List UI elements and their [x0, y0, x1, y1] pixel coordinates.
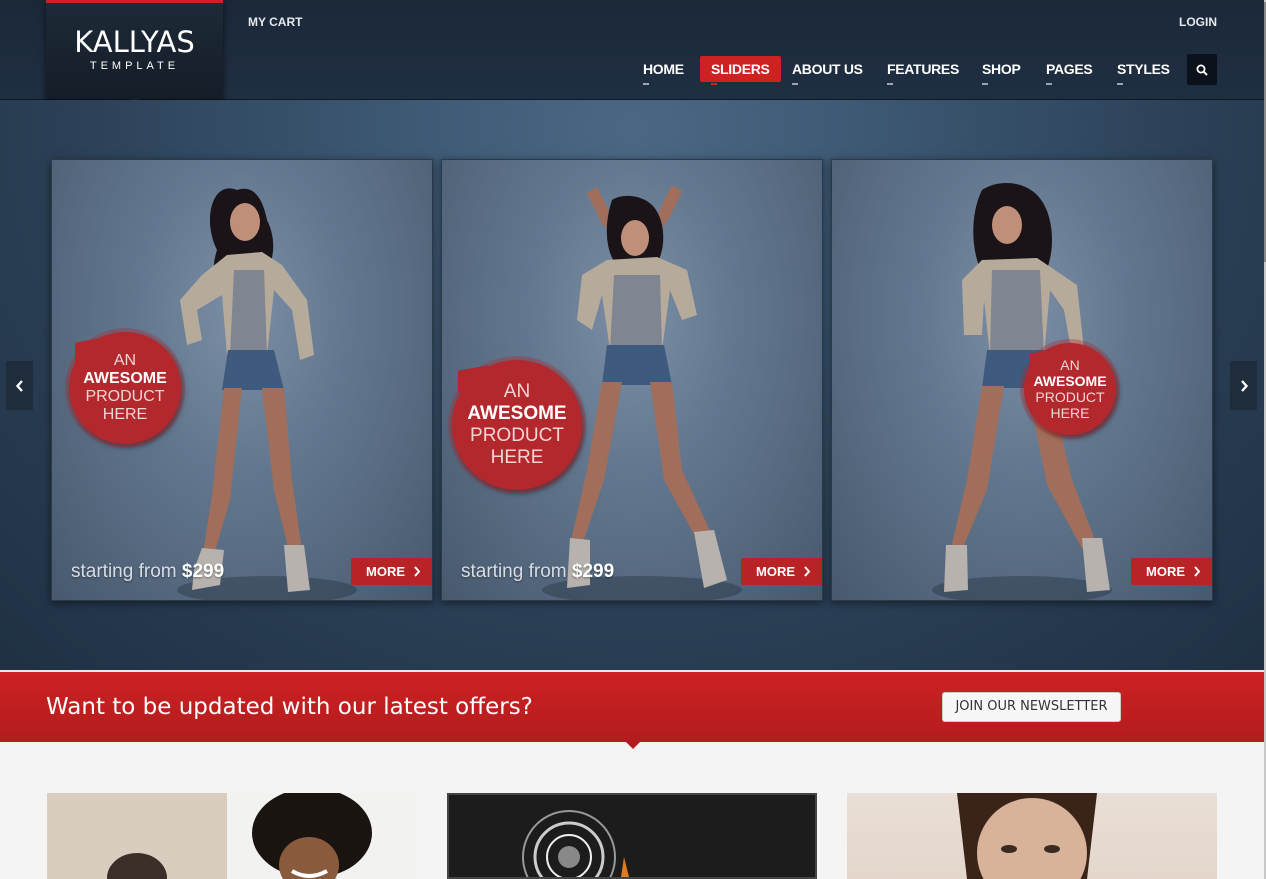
chevron-right-icon: [1240, 379, 1248, 392]
more-label: MORE: [1146, 564, 1185, 579]
badge-line-4: HERE: [102, 406, 148, 423]
badge-line-2: AWESOME: [467, 403, 567, 424]
price-prefix: starting from: [71, 561, 177, 582]
nav-sliders-label: SLIDERS: [711, 61, 770, 77]
price-prefix: starting from: [461, 561, 567, 582]
nav-shop-label: SHOP: [982, 61, 1021, 77]
badge-line-2: AWESOME: [83, 370, 167, 387]
more-button[interactable]: MORE: [351, 558, 432, 585]
join-newsletter-button[interactable]: JOIN OUR NEWSLETTER: [942, 692, 1121, 722]
nav-features-label: FEATURES: [887, 61, 960, 77]
nav-features[interactable]: FEATURES: [876, 56, 970, 85]
logo-title: KALLYAS: [74, 25, 195, 59]
nav-home[interactable]: HOME: [632, 56, 695, 85]
more-label: MORE: [366, 564, 405, 579]
more-label: MORE: [756, 564, 795, 579]
feature-thumbnail[interactable]: [47, 793, 417, 879]
chevron-right-icon: [804, 566, 810, 577]
nav-underline: [711, 83, 717, 85]
login-link[interactable]: LOGIN: [1179, 15, 1217, 29]
logo[interactable]: KALLYAS TEMPLATE: [46, 0, 223, 99]
product-card[interactable]: AN AWESOME PRODUCT HERE starting from $2…: [441, 159, 823, 601]
price-label: starting from $299: [71, 561, 224, 583]
nav-underline: [792, 83, 798, 85]
promo-badge: AN AWESOME PRODUCT HERE: [452, 360, 582, 490]
nav-about-us-label: ABOUT US: [792, 61, 863, 77]
newsletter-text: Want to be updated with our latest offer…: [46, 694, 533, 720]
chevron-right-icon: [1194, 566, 1200, 577]
badge-line-1: AN: [113, 352, 137, 369]
slider-prev-button[interactable]: [6, 361, 33, 410]
newsletter-bar: Want to be updated with our latest offer…: [0, 672, 1264, 742]
search-button[interactable]: [1187, 54, 1217, 85]
product-card[interactable]: AN AWESOME PRODUCT HERE MORE: [831, 159, 1213, 601]
nav-home-label: HOME: [643, 61, 684, 77]
feature-thumbnail[interactable]: [447, 793, 817, 879]
model-image: [932, 183, 1112, 600]
nav-about-us[interactable]: ABOUT US: [781, 56, 874, 85]
nav-sliders[interactable]: SLIDERS: [700, 56, 781, 85]
nav-styles[interactable]: STYLES: [1106, 56, 1181, 85]
my-cart-link[interactable]: MY CART: [248, 15, 302, 29]
slider-next-button[interactable]: [1230, 361, 1257, 410]
search-icon: [1196, 64, 1208, 76]
nav-pages[interactable]: PAGES: [1035, 56, 1103, 85]
more-button[interactable]: MORE: [741, 558, 822, 585]
thumbnail-image: [957, 793, 1097, 879]
logo-subtitle: TEMPLATE: [89, 60, 180, 72]
more-button[interactable]: MORE: [1131, 558, 1212, 585]
product-slider: AN AWESOME PRODUCT HERE starting from $2…: [0, 100, 1264, 670]
badge-line-4: HERE: [490, 447, 544, 468]
nav-underline: [643, 83, 649, 85]
price-amount: $299: [181, 561, 225, 582]
badge-line-4: HERE: [1050, 405, 1090, 421]
newsletter-notch: [626, 742, 640, 749]
nav-underline: [1117, 83, 1123, 85]
nav-underline: [1046, 83, 1052, 85]
price-label: starting from $299: [461, 561, 614, 583]
promo-badge: AN AWESOME PRODUCT HERE: [1024, 343, 1116, 435]
chevron-left-icon: [15, 379, 23, 392]
chevron-right-icon: [414, 566, 420, 577]
nav-styles-label: STYLES: [1117, 61, 1170, 77]
badge-line-3: PRODUCT: [470, 425, 564, 446]
feature-thumbnail[interactable]: [847, 793, 1217, 879]
badge-line-1: AN: [1060, 357, 1080, 373]
thumbnail-image: [47, 793, 417, 879]
badge-line-1: AN: [503, 381, 531, 402]
product-card[interactable]: AN AWESOME PRODUCT HERE starting from $2…: [51, 159, 433, 601]
nav-underline: [887, 83, 893, 85]
price-amount: $299: [571, 561, 615, 582]
badge-line-3: PRODUCT: [1035, 389, 1105, 405]
nav-shop[interactable]: SHOP: [971, 56, 1031, 85]
badge-line-3: PRODUCT: [85, 388, 165, 405]
thumbnail-image: [522, 810, 629, 877]
site-header: KALLYAS TEMPLATE MY CART LOGIN HOME SLID…: [0, 0, 1266, 105]
nav-underline: [982, 83, 988, 85]
promo-badge: AN AWESOME PRODUCT HERE: [69, 332, 181, 444]
badge-line-2: AWESOME: [1033, 373, 1107, 389]
nav-pages-label: PAGES: [1046, 61, 1093, 77]
